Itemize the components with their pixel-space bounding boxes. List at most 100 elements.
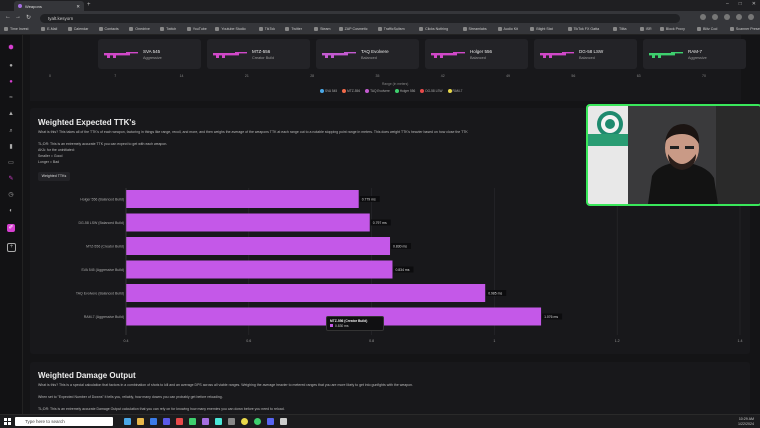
legend-item[interactable]: RAM-7: [447, 89, 463, 93]
bookmark-item[interactable]: Onedrive: [129, 27, 150, 31]
file-explorer-icon[interactable]: [137, 418, 144, 425]
profile-icon[interactable]: [736, 14, 742, 20]
edge-icon[interactable]: [150, 418, 157, 425]
bookmark-item[interactable]: Blight Stat: [530, 27, 553, 31]
legend-label: SVA 545: [325, 89, 338, 93]
tab-weighted-ttks[interactable]: Weighted TTKs: [38, 172, 70, 181]
bookmark-item[interactable]: Twitter: [285, 27, 302, 31]
wave-icon[interactable]: ≈: [7, 94, 15, 102]
bookmark-item[interactable]: TikTok FX Gatta: [567, 27, 600, 31]
taskbar-search-placeholder: Type here to search: [25, 419, 65, 424]
maximize-icon[interactable]: □: [739, 1, 742, 7]
weapon-card[interactable]: RAM-7 Aggressive: [643, 39, 746, 69]
app-sidebar: ⬢ ● ● ≈ ▲ ⌕ ▮ ▭ ✎ ◷ ◐ ✐ +: [0, 35, 23, 414]
bookmark-favicon-icon: [729, 27, 734, 31]
taskbar-search-input[interactable]: Type here to search: [15, 417, 113, 426]
app-icon-cyan[interactable]: [215, 418, 222, 425]
close-tab-icon[interactable]: ✕: [76, 4, 80, 10]
search-icon[interactable]: ⌕: [7, 127, 15, 135]
plus-icon[interactable]: +: [7, 243, 16, 252]
legend-item[interactable]: MTZ-556: [342, 89, 360, 93]
chart-icon[interactable]: ▮: [7, 143, 15, 151]
weapon-image-icon: [540, 52, 574, 58]
weapon-card[interactable]: Holger 556 Balanced: [425, 39, 528, 69]
legend-item[interactable]: SVA 545: [320, 89, 337, 93]
bookmark-item[interactable]: Scanner Preset: [729, 27, 760, 31]
bookmark-item[interactable]: Audio Kit: [497, 27, 518, 31]
reload-icon[interactable]: ↻: [26, 14, 31, 21]
share-icon[interactable]: [700, 14, 706, 20]
close-window-icon[interactable]: ✕: [752, 1, 756, 7]
bookmark-item[interactable]: TikTok: [258, 27, 275, 31]
x-tick-label: 0.8: [369, 339, 374, 343]
ttk-aka: AKA: for the uninitiated:: [38, 148, 75, 152]
bookmark-item[interactable]: Calendar: [67, 27, 88, 31]
app-icon-gray[interactable]: [228, 418, 235, 425]
bookmark-item[interactable]: Tilita: [613, 27, 626, 31]
bookmark-item[interactable]: Twitch: [160, 27, 176, 31]
windows-start-icon[interactable]: [4, 418, 11, 425]
bookmark-item[interactable]: Contacts: [98, 27, 119, 31]
bookmark-item[interactable]: YouTube: [186, 27, 207, 31]
category-label: DG-58 LSW (Balanced Build): [78, 221, 124, 225]
star-icon[interactable]: [712, 14, 718, 20]
minimize-icon[interactable]: –: [726, 1, 729, 7]
spotify-icon[interactable]: [254, 418, 261, 425]
edit-icon[interactable]: ✐: [7, 224, 15, 232]
app-icon-green[interactable]: [189, 418, 196, 425]
bookmark-item[interactable]: Blitz Cod: [697, 27, 717, 31]
bookmark-item[interactable]: Steam: [314, 27, 330, 31]
bookmark-item[interactable]: E-Mail: [41, 27, 57, 31]
url-input[interactable]: tyalt.kesyorn: [40, 13, 680, 23]
taskbar-clock[interactable]: 10:29 AM 1/22/2024: [738, 417, 754, 426]
chrome-icon[interactable]: [241, 418, 248, 425]
bookmark-item[interactable]: ISR: [639, 27, 652, 31]
card-icon[interactable]: ▭: [7, 159, 15, 167]
chart-tooltip: MTZ-556 (Creator Build) 0.830 ms: [326, 316, 384, 331]
bookmark-item[interactable]: Clicks Nothing: [419, 27, 448, 31]
weapon-card-type: Balanced: [361, 56, 377, 60]
app-icon-red[interactable]: [176, 418, 183, 425]
bookmark-item[interactable]: TrafficSuitsm: [377, 27, 405, 31]
bookmark-item[interactable]: Streamlabs: [462, 27, 487, 31]
obs-icon[interactable]: [280, 418, 287, 425]
webcam-feed-image: [588, 106, 760, 204]
dot-icon[interactable]: ●: [7, 78, 15, 86]
bookmark-icon[interactable]: ◐: [7, 207, 15, 215]
weapon-card-name: MTZ-556: [252, 49, 271, 54]
bookmark-item[interactable]: Time Invest: [4, 27, 28, 31]
legend-swatch: [394, 89, 399, 93]
legend-item[interactable]: TAQ Evolvere: [365, 89, 390, 93]
pen-icon[interactable]: ✎: [7, 175, 15, 183]
bookmark-favicon-icon: [186, 27, 191, 31]
app-icon-purple[interactable]: [202, 418, 209, 425]
new-tab-button[interactable]: +: [87, 2, 91, 8]
browser-tab[interactable]: Weapons ✕: [14, 1, 84, 11]
bookmark-label: TikTok FX Gatta: [573, 27, 600, 31]
forward-icon[interactable]: →: [15, 14, 21, 20]
hat-icon[interactable]: ▲: [7, 110, 15, 118]
bookmark-item[interactable]: Block Proxy: [659, 27, 685, 31]
legend-item[interactable]: Holger 556: [394, 89, 415, 93]
home-icon[interactable]: ●: [7, 62, 15, 70]
extensions-icon[interactable]: [724, 14, 730, 20]
tooltip-title: MTZ-556 (Creator Build): [330, 319, 368, 323]
discord-icon[interactable]: [267, 418, 274, 425]
weapon-card[interactable]: MTZ-556 Creator Build: [207, 39, 310, 69]
weapon-card[interactable]: SVA 545 Aggressive: [98, 39, 201, 69]
bookmark-item[interactable]: ZAP Cosmetic: [338, 27, 368, 31]
bookmark-favicon-icon: [67, 27, 72, 31]
legend-label: RAM-7: [452, 89, 463, 93]
logo-icon[interactable]: ⬢: [7, 44, 15, 52]
weapon-card-type: Balanced: [579, 56, 595, 60]
menu-icon[interactable]: [748, 14, 754, 20]
back-icon[interactable]: ←: [5, 14, 11, 20]
clock-icon[interactable]: ◷: [7, 191, 15, 199]
task-view-icon[interactable]: [124, 418, 131, 425]
store-icon[interactable]: [163, 418, 170, 425]
data-label: 0.779 ms: [362, 197, 376, 201]
weapon-card[interactable]: DG-58 LSW Balanced: [534, 39, 637, 69]
legend-item[interactable]: DG-58 LSW: [420, 89, 443, 93]
weapon-card[interactable]: TAQ Evolvere Balanced: [316, 39, 419, 69]
bookmark-item[interactable]: Youtube Studio: [215, 27, 246, 31]
